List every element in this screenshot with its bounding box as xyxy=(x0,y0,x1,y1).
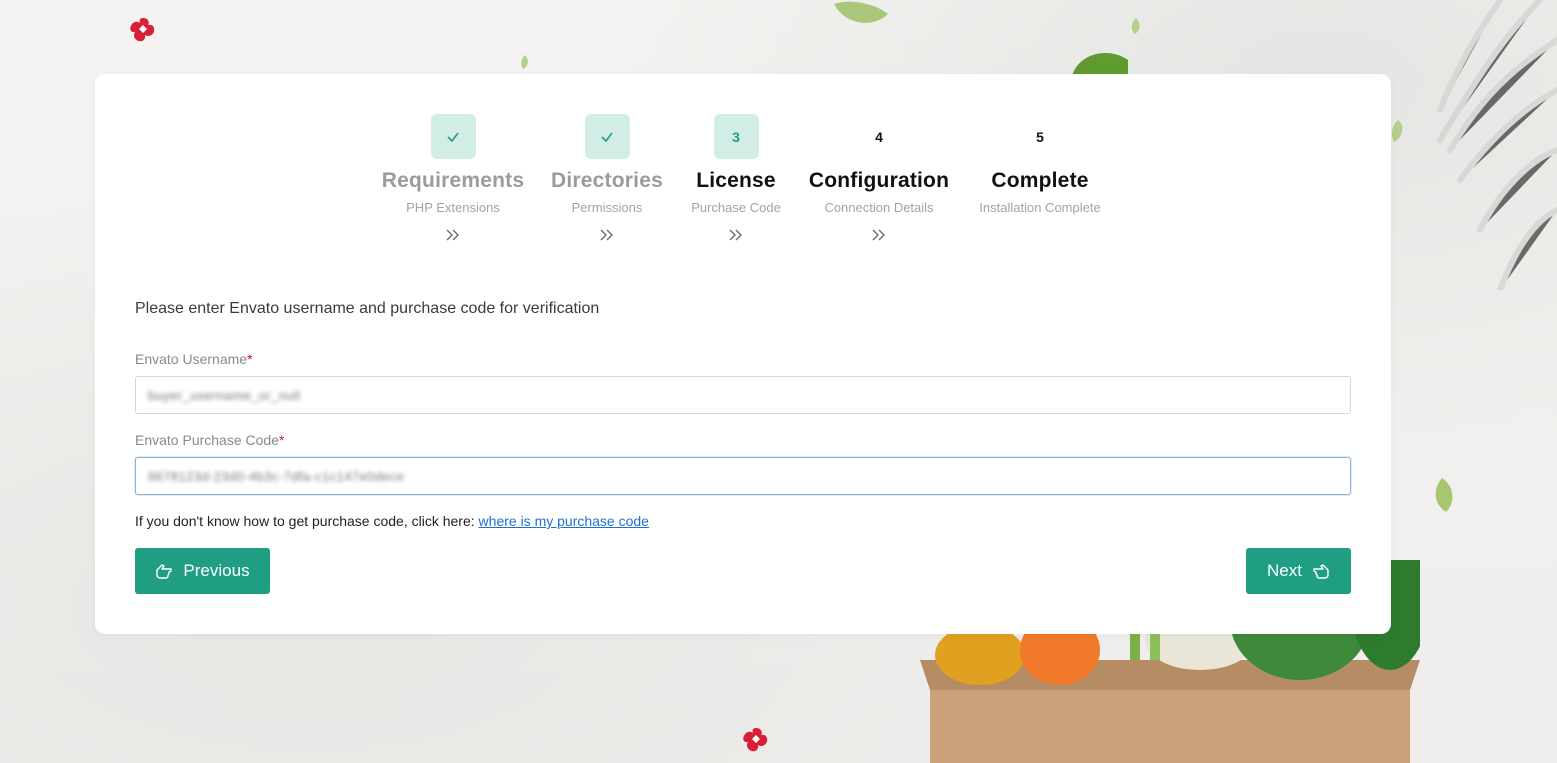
brand-logo-icon xyxy=(128,15,158,45)
purchase-code-hint: If you don't know how to get purchase co… xyxy=(135,513,649,529)
hint-text: If you don't know how to get purchase co… xyxy=(135,513,479,529)
step-subtitle: PHP Extensions xyxy=(406,200,500,215)
required-mark: * xyxy=(278,432,285,448)
step-title: Configuration xyxy=(808,169,950,192)
purchase-code-label-text: Envato Purchase Code xyxy=(135,432,279,448)
step-title: Complete xyxy=(991,169,1089,192)
step-badge xyxy=(584,114,630,159)
leaf-decoration-icon xyxy=(521,55,528,69)
username-label: Envato Username* xyxy=(135,351,253,367)
step-title: License xyxy=(696,169,776,192)
form-intro-text: Please enter Envato username and purchas… xyxy=(135,300,600,317)
leaf-decoration-icon xyxy=(834,1,888,23)
step-badge: 4 xyxy=(875,128,883,145)
purchase-code-help-link[interactable]: where is my purchase code xyxy=(479,513,649,529)
step-subtitle: Purchase Code xyxy=(691,200,781,215)
step-configuration: 4 Configuration Connection Details xyxy=(799,114,959,245)
step-subtitle: Connection Details xyxy=(824,200,934,215)
step-complete: 5 Complete Installation Complete xyxy=(960,114,1120,216)
check-icon xyxy=(447,132,459,142)
double-chevron-right-icon xyxy=(373,225,533,245)
step-title: Requirements xyxy=(381,169,525,192)
step-requirements: Requirements PHP Extensions xyxy=(373,114,533,245)
step-subtitle: Installation Complete xyxy=(979,200,1101,215)
purchase-code-input[interactable]: 8678123d-23d0-4b3c-7dfa-c1c147e0dece xyxy=(135,457,1351,495)
installer-card: Requirements PHP Extensions Directories … xyxy=(95,74,1391,634)
next-button-label: Next xyxy=(1267,561,1302,580)
check-icon xyxy=(601,132,613,142)
username-label-text: Envato Username xyxy=(135,351,248,367)
required-mark: * xyxy=(247,351,253,367)
previous-button[interactable]: Previous xyxy=(135,548,270,594)
leaf-decoration-icon xyxy=(1131,18,1140,34)
brand-logo-icon xyxy=(741,725,771,755)
hand-pointing-left-icon xyxy=(156,564,173,579)
step-badge: 5 xyxy=(1036,128,1044,145)
double-chevron-right-icon xyxy=(799,225,959,245)
step-badge: 3 xyxy=(713,114,759,159)
double-chevron-right-icon xyxy=(656,225,816,245)
previous-button-label: Previous xyxy=(183,561,250,580)
username-input[interactable]: buyer_username_or_null xyxy=(135,376,1351,414)
leaf-decoration-icon xyxy=(1072,53,1128,76)
purchase-code-label: Envato Purchase Code* xyxy=(135,432,284,448)
wizard-steps: Requirements PHP Extensions Directories … xyxy=(95,114,1391,254)
purchase-code-input-value: 8678123d-23d0-4b3c-7dfa-c1c147e0dece xyxy=(148,468,405,484)
leaf-decoration-icon xyxy=(1435,478,1453,512)
username-input-value: buyer_username_or_null xyxy=(148,387,301,403)
step-license: 3 License Purchase Code xyxy=(656,114,816,245)
next-button[interactable]: Next xyxy=(1246,548,1351,594)
step-badge xyxy=(430,114,476,159)
hand-pointing-right-icon xyxy=(1313,564,1329,579)
